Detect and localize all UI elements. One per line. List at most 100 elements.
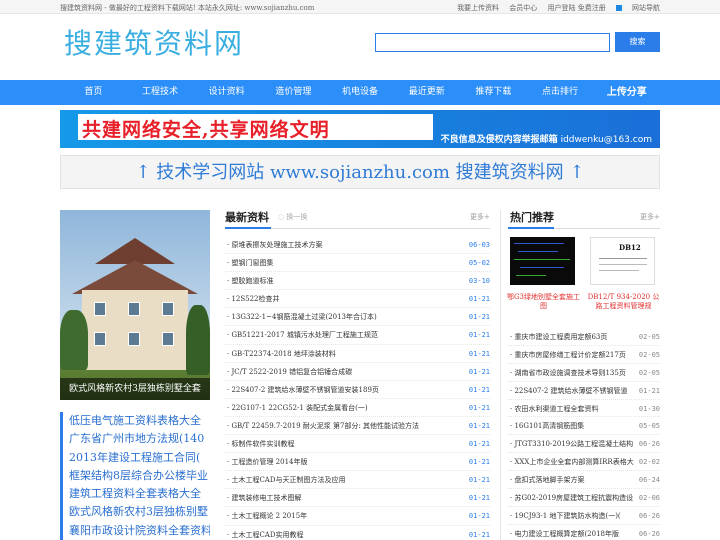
nav-recommended[interactable]: 推荐下载 <box>460 80 527 105</box>
doc-line <box>599 258 647 259</box>
list-item[interactable]: 2013年建设工程施工合同( <box>69 449 210 467</box>
table-row[interactable]: · GB-T22374-2018 地坪涂装材料 01-21 <box>225 345 490 363</box>
table-row[interactable]: · 19CJ93-1 地下建筑防水构造(一)(06-26 <box>508 507 660 525</box>
table-row[interactable]: · XXX上市企业全套内部测算IRR表格大 02-02 <box>508 453 660 472</box>
row-date: 01-21 <box>468 367 490 376</box>
report-email: 不良信息及侵权内容举报邮箱 iddwenku@163.com <box>441 132 652 145</box>
banner-slogan: 共建网络安全,共享网络文明 <box>82 119 330 141</box>
row-date: 01-30 <box>638 404 660 413</box>
feature-caption: 欧式风格新农村3层独栋别墅全套 <box>60 378 210 400</box>
list-item[interactable]: 建筑工程资料全套表格大全 <box>69 485 210 503</box>
table-row[interactable]: · 土木工程概论 2 2015年 01-21 <box>225 507 490 526</box>
row-title: · XXX上市企业全套内部测算IRR表格大 <box>510 458 634 467</box>
table-row[interactable]: · 盘扣式落地脚手架方案 06-24 <box>508 471 660 490</box>
nav-engineering[interactable]: 工程技术 <box>127 80 194 105</box>
row-title: · 农田水利渠道工程全套资料 <box>510 404 599 413</box>
table-row[interactable]: · 重庆市房屋修缮工程计价定额217页 02-05 <box>508 346 660 364</box>
row-date: 02-05 <box>638 333 660 341</box>
nav-latest[interactable]: 最近更新 <box>393 80 460 105</box>
list-item[interactable]: 欧式风格新农村3层独栋别墅 <box>69 503 210 521</box>
list-item[interactable]: 广东省广州市地方法规(140 <box>69 430 210 448</box>
table-row[interactable]: · 22S407-2 建筑给水薄壁不锈钢管道 01-21 <box>508 382 660 400</box>
thumbnail-caption[interactable]: DB12/T 934-2020 公路工程资料管理规 <box>586 293 661 311</box>
table-row[interactable]: · 22G107-1 22CG52-1 装配式金属看台(一) 01-21 <box>225 399 490 417</box>
top-bar: 搜建筑资料网 - 做最好的工程资料下载网站! 本站永久网址: www.sojia… <box>0 0 720 14</box>
latest-list: · 原堆表擦灰处理施工技术方案 06-03 · 塑钢门窗图集 05-02 · 塑胶跑… <box>225 236 490 540</box>
table-row[interactable]: · 重庆市建设工程费用定额63页 02-05 <box>508 328 660 346</box>
table-row[interactable]: · 土木工程CAD与天正制图方法及应用 01-21 <box>225 471 490 490</box>
window <box>94 302 106 316</box>
row-title: · JC/T 2522-2019 错铝复合铝锤合成碳 <box>227 367 353 376</box>
table-row[interactable]: · JC/T 2522-2019 错铝复合铝锤合成碳 01-21 <box>225 363 490 381</box>
row-date: 06-03 <box>468 241 490 249</box>
grid-icon <box>616 5 622 11</box>
ad-banner[interactable]: ↑ 技术学习网站 www.sojianzhu.com 搜建筑资料网 ↑ <box>60 155 660 189</box>
thumbnail-caption[interactable]: 鄂G3绿地别墅全套施工图 <box>506 293 581 311</box>
latest-more-link[interactable]: 更多+ <box>470 212 490 222</box>
row-title: · 建筑装修电工技术图解 <box>227 494 302 503</box>
nav-design[interactable]: 设计资料 <box>193 80 260 105</box>
row-title: · 13G322-1~4钢筋混凝土过梁(2013年合订本) <box>227 313 377 322</box>
window <box>94 332 106 346</box>
table-row[interactable]: · 苏G02-2019房屋建筑工程抗震构造设 02-06 <box>508 489 660 507</box>
site-nav-link[interactable]: 网站导航 <box>616 4 660 12</box>
thumbnail-blueprint[interactable] <box>510 237 575 285</box>
title-accent <box>508 227 554 229</box>
member-center-link[interactable]: 会员中心 <box>509 4 537 12</box>
table-row[interactable]: · 建筑装修电工技术图解 01-21 <box>225 489 490 508</box>
list-item[interactable]: 低压电气施工资料表格大全 <box>69 412 210 430</box>
window <box>162 302 174 316</box>
table-row[interactable]: · 22S407-2 建筑给水薄壁不锈钢管道安装189页 01-21 <box>225 381 490 399</box>
row-date: 01-21 <box>468 421 490 430</box>
table-row[interactable]: · 16G101高清钢筋图集 05-05 <box>508 417 660 436</box>
left-link-list: 低压电气施工资料表格大全 广东省广州市地方法规(140 2013年建设工程施工合… <box>60 412 210 540</box>
nav-cost[interactable]: 造价管理 <box>260 80 327 105</box>
window <box>128 332 140 346</box>
window <box>128 302 140 316</box>
hot-more-link[interactable]: 更多+ <box>640 212 660 222</box>
table-row[interactable]: · 13G322-1~4钢筋混凝土过梁(2013年合订本) 01-21 <box>225 308 490 327</box>
row-title: · 22S407-2 建筑给水薄壁不锈钢管道安装189页 <box>227 385 379 394</box>
row-title: · 塑钢门窗图集 <box>227 259 274 268</box>
nav-upload[interactable]: 上传分享 <box>593 80 660 105</box>
report-email-address: iddwenku@163.com <box>560 135 652 145</box>
refresh-link[interactable]: ◌ 换一换 <box>278 212 307 222</box>
table-row[interactable]: · 工程造价管理 2014年版 01-21 <box>225 453 490 472</box>
row-title: · 工程造价管理 2014年版 <box>227 458 308 467</box>
table-row[interactable]: · 塑钢门窗图集 05-02 <box>225 254 490 273</box>
table-row[interactable]: · 农田水利渠道工程全套资料 01-30 <box>508 400 660 418</box>
thumbnail-document[interactable]: DB12 <box>590 237 655 285</box>
row-title: · JTGT3310-2019公路工程混凝土结构 <box>510 440 634 449</box>
search-button[interactable]: 搜索 <box>615 32 660 52</box>
row-title: · 重庆市建设工程费用定额63页 <box>510 333 608 341</box>
upload-link[interactable]: 我要上传资料 <box>457 4 499 12</box>
nav-home[interactable]: 首页 <box>60 80 127 105</box>
feature-image[interactable]: 欧式风格新农村3层独栋别墅全套 <box>60 210 210 400</box>
row-date: 01-21 <box>468 530 490 539</box>
row-title: · 重庆市房屋修缮工程计价定额217页 <box>510 350 626 359</box>
table-row[interactable]: · JTGT3310-2019公路工程混凝土结构 06-26 <box>508 435 660 454</box>
table-row[interactable]: · GB/T 22459.7-2019 耐火泥浆 第7部分: 其他性能试验方法 0… <box>225 417 490 436</box>
drawing-line <box>516 275 546 276</box>
table-row[interactable]: · 12S522检查井 01-21 <box>225 290 490 309</box>
title-accent <box>225 227 271 229</box>
login-register-link[interactable]: 用户登陆 免费注册 <box>548 4 606 12</box>
tree <box>60 310 88 370</box>
table-row[interactable]: · 土木工程CAD实用教程 01-21 <box>225 526 490 540</box>
table-row[interactable]: · 塑胶跑道标准 03-10 <box>225 272 490 291</box>
table-row[interactable]: · GB51221-2017 城镇污水处理厂工程施工规范 01-21 <box>225 326 490 345</box>
table-row[interactable]: · 电力建设工程概算定额(2018年版 06-26 <box>508 525 660 540</box>
nav-ranking[interactable]: 点击排行 <box>527 80 594 105</box>
site-logo[interactable]: 搜建筑资料网 <box>64 22 244 62</box>
row-title: · 原堆表擦灰处理施工技术方案 <box>227 241 323 249</box>
drawing-line <box>514 243 564 244</box>
slogan-banner[interactable]: 共建网络安全,共享网络文明 不良信息及侵权内容举报邮箱 iddwenku@163… <box>60 110 660 148</box>
nav-mep[interactable]: 机电设备 <box>327 80 394 105</box>
list-item[interactable]: 框架结构8层综合办公楼毕业 <box>69 467 210 485</box>
drawing-line <box>520 267 564 268</box>
search-input[interactable] <box>375 33 610 52</box>
table-row[interactable]: · 原堆表擦灰处理施工技术方案 06-03 <box>225 236 490 255</box>
list-item[interactable]: 襄阳市政设计院资料全套资料 <box>69 522 210 540</box>
table-row[interactable]: · 湖南省市政设施调查技术导则135页 02-05 <box>508 364 660 382</box>
table-row[interactable]: · 标制件软件实训教程 01-21 <box>225 435 490 454</box>
